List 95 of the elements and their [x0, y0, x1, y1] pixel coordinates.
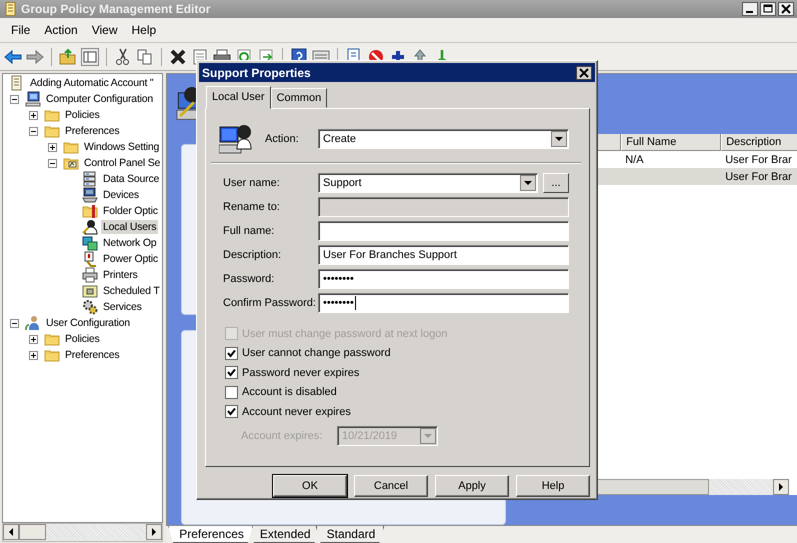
- close-icon[interactable]: [778, 2, 794, 16]
- scroll-right-icon[interactable]: [146, 524, 162, 540]
- delete-icon[interactable]: [169, 48, 187, 66]
- tree-item[interactable]: Folder Optic: [101, 204, 160, 218]
- task-icon: [82, 283, 98, 299]
- checkbox-label: Password never expires: [242, 366, 360, 379]
- tree-item[interactable]: Preferences: [63, 348, 122, 362]
- collapse-toggle[interactable]: [10, 94, 19, 104]
- tree-item[interactable]: Data Source: [101, 172, 162, 186]
- username-combo[interactable]: Support: [318, 173, 538, 193]
- tree-item[interactable]: Printers: [101, 268, 140, 282]
- monitor-icon: [82, 187, 98, 203]
- tree-item[interactable]: Windows Setting: [82, 140, 162, 154]
- copy-icon[interactable]: [136, 48, 154, 66]
- printer-icon: [82, 267, 98, 283]
- power-plug-icon: [82, 251, 98, 267]
- collapse-toggle[interactable]: [48, 158, 57, 168]
- menu-item[interactable]: Action: [37, 21, 85, 39]
- dialog-button[interactable]: OK: [273, 475, 347, 497]
- close-icon[interactable]: [576, 66, 592, 80]
- tab[interactable]: Preferences: [168, 526, 253, 543]
- tree-item[interactable]: Policies: [63, 332, 102, 346]
- tree-item[interactable]: Scheduled T: [101, 284, 162, 298]
- server-icon: [82, 171, 98, 187]
- tree-item[interactable]: Devices: [101, 188, 141, 202]
- column-header[interactable]: Description: [721, 134, 797, 151]
- scroll-left-icon[interactable]: [3, 524, 19, 540]
- users-icon: [25, 315, 41, 331]
- scroll-right-icon[interactable]: [773, 479, 790, 495]
- expand-toggle[interactable]: [29, 334, 38, 344]
- menu-item[interactable]: Help: [124, 21, 164, 39]
- network-icon: [82, 235, 98, 251]
- menu-item[interactable]: View: [84, 21, 124, 39]
- table-cell-text: User For Brar: [724, 170, 793, 184]
- field-label: User name:: [223, 177, 281, 189]
- maximize-icon[interactable]: [760, 2, 776, 16]
- collapse-toggle[interactable]: [10, 318, 19, 328]
- checkbox[interactable]: [225, 366, 238, 380]
- expand-toggle[interactable]: [29, 350, 38, 360]
- expand-toggle[interactable]: [29, 110, 38, 120]
- tree-item[interactable]: Services: [101, 300, 144, 314]
- checkbox[interactable]: [225, 405, 238, 418]
- checkbox-label: User cannot change password: [242, 347, 391, 360]
- dialog-title: Support Properties: [202, 66, 311, 80]
- tree-item[interactable]: Policies: [63, 108, 102, 122]
- tree-item[interactable]: Network Op: [101, 236, 158, 250]
- scrollbar-thumb[interactable]: [19, 524, 46, 540]
- collapse-toggle[interactable]: [29, 126, 38, 136]
- window-title: Group Policy Management Editor: [21, 2, 212, 16]
- field-label: Rename to:: [223, 201, 281, 213]
- field-label: Full name:: [223, 225, 276, 237]
- field-label: Action:: [265, 133, 300, 145]
- column-header[interactable]: Full Name: [621, 134, 722, 151]
- input-field[interactable]: ••••••••: [318, 293, 569, 313]
- dialog-button[interactable]: Cancel: [354, 475, 428, 497]
- browse-button[interactable]: ...: [543, 173, 569, 193]
- tree-view-icon[interactable]: [81, 48, 99, 66]
- checkbox-label: Account is disabled: [242, 386, 337, 398]
- folder-icon: [82, 203, 98, 219]
- checkbox-label: Account never expires: [242, 406, 351, 418]
- tree-item[interactable]: Power Optic: [101, 252, 160, 266]
- expand-toggle[interactable]: [48, 142, 57, 152]
- input-field[interactable]: [318, 221, 569, 241]
- menu-item[interactable]: File: [4, 21, 38, 39]
- action-dropdown[interactable]: Create: [318, 129, 569, 149]
- tree-item[interactable]: Preferences: [63, 124, 122, 138]
- back-arrow-icon[interactable]: [4, 48, 22, 66]
- scissors-icon[interactable]: [114, 48, 132, 66]
- tree-item[interactable]: Computer Configuration: [44, 92, 156, 106]
- user-computer-icon: [219, 123, 253, 155]
- checkbox[interactable]: [225, 386, 238, 399]
- computer-icon: [25, 91, 41, 107]
- table-cell-text: N/A: [624, 152, 645, 168]
- dialog-button[interactable]: Apply: [435, 475, 509, 497]
- dialog-button[interactable]: Help: [516, 475, 590, 497]
- minimize-icon[interactable]: [742, 2, 758, 16]
- tree-item[interactable]: Local Users: [101, 220, 158, 234]
- field-label: Confirm Password:: [223, 297, 317, 309]
- user-icon: [82, 219, 98, 235]
- input-field[interactable]: User For Branches Support: [318, 245, 569, 265]
- tab[interactable]: Common: [270, 88, 328, 108]
- forward-arrow-icon[interactable]: [26, 48, 44, 66]
- tab[interactable]: Local User: [206, 86, 271, 109]
- notebook-icon: [4, 2, 16, 16]
- tree-item[interactable]: Adding Automatic Account ": [28, 76, 156, 90]
- field-label: Description:: [223, 249, 282, 261]
- folder-up-icon[interactable]: [59, 48, 77, 66]
- checkbox[interactable]: [225, 346, 238, 360]
- table-cell-text: User For Brar: [724, 152, 793, 168]
- tab[interactable]: Standard: [316, 526, 384, 543]
- tree-item[interactable]: User Configuration: [44, 316, 132, 330]
- tree-item[interactable]: Control Panel Se: [82, 156, 162, 170]
- field-label: Password:: [223, 273, 276, 285]
- gears-icon: [82, 299, 98, 315]
- input-field[interactable]: ••••••••: [318, 269, 569, 289]
